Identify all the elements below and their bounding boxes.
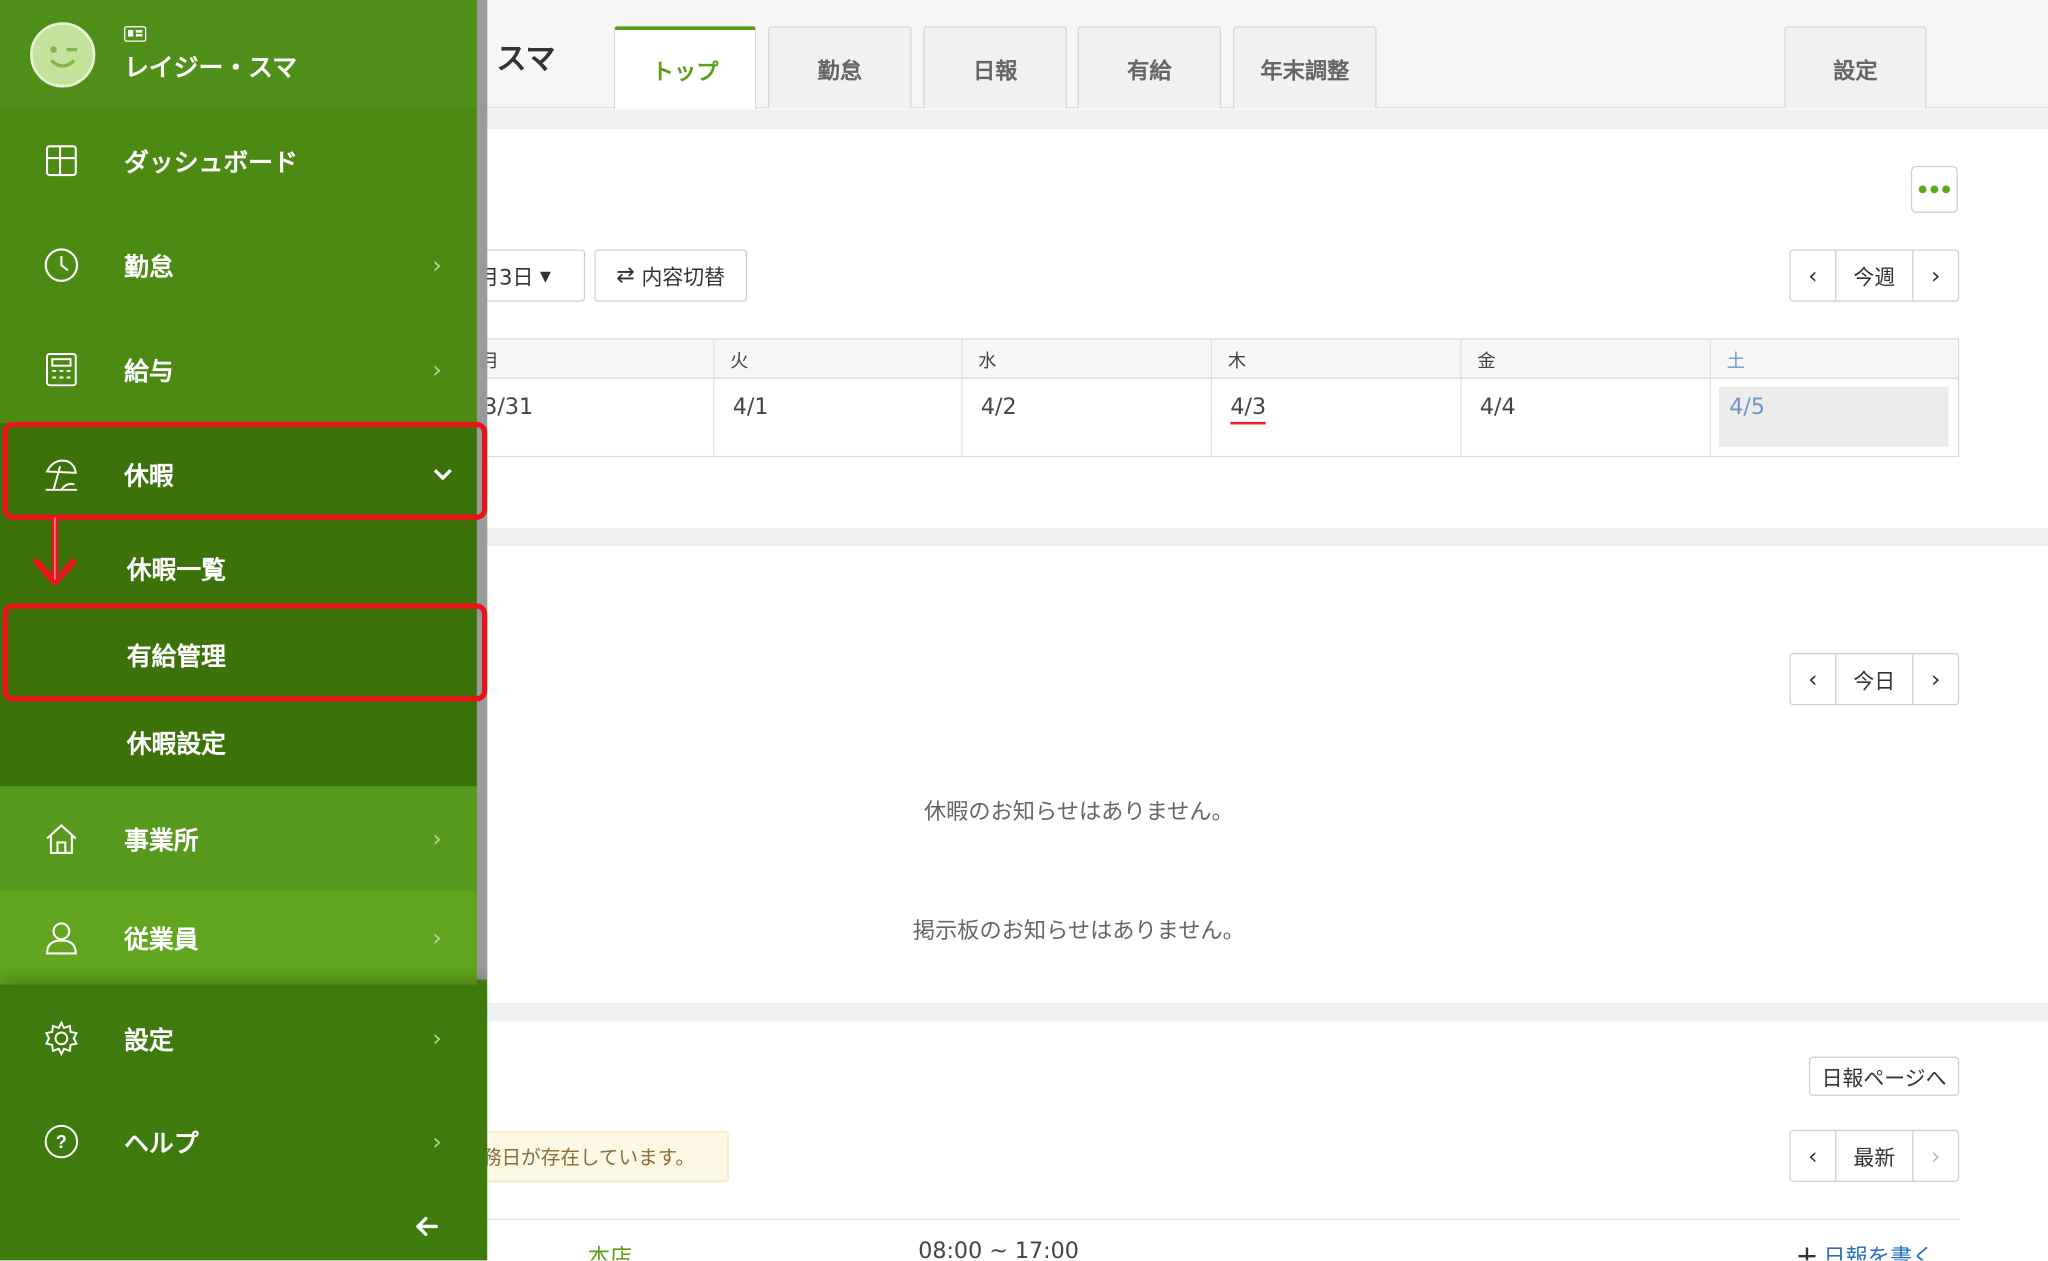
prev-week-button[interactable]: ‹ bbox=[1791, 251, 1835, 301]
sidebar-item-label: 設定 bbox=[124, 1025, 174, 1055]
chevron-right-icon: › bbox=[432, 924, 442, 952]
tab-top[interactable]: トップ bbox=[613, 26, 757, 110]
tab-year-end-adjustment[interactable]: 年末調整 bbox=[1232, 26, 1377, 109]
store-link[interactable]: 本店 bbox=[588, 1238, 632, 1261]
sidebar-item-label: 事業所 bbox=[124, 826, 199, 855]
dashboard-icon bbox=[43, 142, 80, 179]
today-button[interactable]: 今日 bbox=[1835, 654, 1914, 704]
sidebar-item-employee[interactable]: 従業員 › bbox=[0, 890, 477, 985]
date-cell-fri[interactable]: 4/4 bbox=[1462, 378, 1712, 456]
calendar-header-row: 月 火 水 木 金 土 bbox=[464, 339, 1958, 379]
chevron-right-icon: › bbox=[432, 251, 442, 279]
submenu-leave-settings[interactable]: 休暇設定 bbox=[0, 697, 477, 787]
home-icon bbox=[43, 820, 80, 857]
tab-attendance[interactable]: 勤怠 bbox=[767, 26, 912, 109]
sidebar-item-office[interactable]: 事業所 › bbox=[0, 786, 477, 891]
sidebar-item-salary[interactable]: 給与 › bbox=[0, 317, 477, 422]
collapse-sidebar-icon[interactable] bbox=[413, 1212, 442, 1241]
highlight-box-leave bbox=[2, 421, 488, 520]
submenu-label: 休暇設定 bbox=[126, 729, 226, 759]
date-cell-sat[interactable]: 4/5 bbox=[1711, 379, 1958, 456]
sidebar-item-label: 従業員 bbox=[124, 925, 199, 955]
app-name: スマ bbox=[496, 43, 556, 78]
day-header-fri: 金 bbox=[1462, 339, 1712, 378]
date-cell-thu[interactable]: 4/3 bbox=[1212, 378, 1462, 456]
highlight-box-paid-leave bbox=[2, 603, 488, 702]
plus-icon: ＋ bbox=[1795, 1244, 1819, 1261]
user-profile[interactable]: レイジー・スマ bbox=[0, 0, 477, 109]
chevron-right-icon: › bbox=[432, 355, 442, 384]
day-header-sat: 土 bbox=[1726, 351, 1745, 373]
this-week-button[interactable]: 今週 bbox=[1835, 250, 1914, 301]
tab-paid-leave[interactable]: 有給 bbox=[1077, 26, 1222, 109]
switch-content-button[interactable]: ⇄ 内容切替 bbox=[594, 249, 748, 302]
down-arrow-icon bbox=[31, 517, 83, 595]
day-header-wed: 水 bbox=[963, 339, 1213, 378]
person-icon bbox=[43, 920, 80, 957]
svg-text:?: ? bbox=[56, 1131, 67, 1152]
next-week-button[interactable]: › bbox=[1913, 251, 1957, 301]
smile-face-icon bbox=[50, 46, 78, 68]
sidebar-item-label: ダッシュボード bbox=[124, 148, 298, 177]
screen: スマ トップ 勤怠 日報 有給 年末調整 設定 月3日 ▼ ⇄ 内容切替 ‹ 今… bbox=[0, 0, 2048, 1261]
calculator-icon bbox=[43, 351, 80, 388]
caret-down-icon: ▼ bbox=[539, 267, 551, 285]
clock-icon bbox=[43, 247, 80, 284]
prev-report-button[interactable]: ‹ bbox=[1791, 1131, 1835, 1181]
work-time: 08:00 ~ 17:00 bbox=[918, 1238, 1079, 1261]
chevron-right-icon: › bbox=[432, 1024, 442, 1053]
date-cell-mon[interactable]: 3/31 bbox=[465, 378, 715, 456]
sidebar-item-label: ヘルプ bbox=[124, 1129, 199, 1158]
chevron-right-icon: › bbox=[432, 824, 442, 853]
sidebar-item-label: 給与 bbox=[124, 357, 174, 386]
next-day-button[interactable]: › bbox=[1913, 654, 1957, 704]
day-header-mon: 月 bbox=[465, 339, 715, 378]
user-name: レイジー・スマ bbox=[124, 53, 298, 83]
swap-icon: ⇄ bbox=[616, 262, 635, 289]
submenu-label: 休暇一覧 bbox=[126, 555, 226, 585]
id-card-icon bbox=[124, 26, 147, 42]
week-calendar: 月 火 水 木 金 土 3/31 4/1 4/2 4/3 4/4 4/5 bbox=[463, 338, 1960, 458]
write-report-link[interactable]: ＋日報を書く bbox=[1795, 1238, 1935, 1261]
switch-content-label: 内容切替 bbox=[641, 265, 726, 290]
sidebar-item-attendance[interactable]: 勤怠 › bbox=[0, 212, 477, 318]
divider bbox=[463, 1218, 1960, 1220]
day-header-thu: 木 bbox=[1212, 339, 1462, 378]
sidebar-item-label: 勤怠 bbox=[124, 252, 174, 282]
day-header-tue: 火 bbox=[714, 339, 963, 378]
no-leave-message: 休暇のお知らせはありません。 bbox=[923, 799, 1234, 826]
report-navigation: ‹ 最新 › bbox=[1789, 1129, 1960, 1183]
latest-button[interactable]: 最新 bbox=[1835, 1131, 1914, 1181]
sidebar-item-help[interactable]: ? ヘルプ › bbox=[0, 1089, 477, 1193]
prev-day-button[interactable]: ‹ bbox=[1791, 654, 1835, 704]
daily-report-page-button[interactable]: 日報ページへ bbox=[1808, 1056, 1960, 1096]
more-options-button[interactable] bbox=[1910, 165, 1958, 213]
tab-daily-report[interactable]: 日報 bbox=[923, 26, 1068, 109]
date-cell-wed[interactable]: 4/2 bbox=[963, 378, 1213, 456]
next-report-button: › bbox=[1930, 1142, 1941, 1170]
sidebar-item-dashboard[interactable]: ダッシュボード bbox=[0, 108, 477, 213]
sidebar-item-settings[interactable]: 設定 › bbox=[0, 987, 477, 1089]
date-cell-tue[interactable]: 4/1 bbox=[714, 378, 963, 456]
avatar bbox=[30, 22, 96, 88]
tab-settings[interactable]: 設定 bbox=[1784, 26, 1927, 109]
gear-icon bbox=[43, 1020, 80, 1057]
chevron-right-icon: › bbox=[432, 1127, 442, 1156]
no-board-message: 掲示板のお知らせはありません。 bbox=[912, 918, 1245, 945]
write-report-label: 日報を書く bbox=[1823, 1244, 1935, 1261]
saturday-date: 4/5 bbox=[1718, 386, 1949, 447]
day-navigation: ‹ 今日 › bbox=[1789, 653, 1960, 706]
help-icon: ? bbox=[43, 1123, 80, 1160]
week-navigation: ‹ 今週 › bbox=[1789, 249, 1960, 302]
today-date: 4/3 bbox=[1230, 394, 1266, 425]
calendar-date-row: 3/31 4/1 4/2 4/3 4/4 4/5 bbox=[465, 378, 1958, 456]
